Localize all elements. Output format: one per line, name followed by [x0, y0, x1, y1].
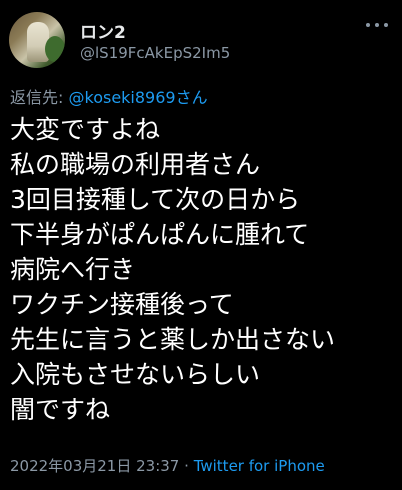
more-dot — [375, 23, 379, 27]
author-handle[interactable]: @lS19FcAkEpS2Im5 — [80, 44, 230, 62]
tweet-text-line: 下半身がぱんぱんに腫れて — [10, 220, 310, 249]
author-display-name[interactable]: ロン2 — [80, 18, 126, 43]
reply-context: 返信先: @koseki8969さん — [10, 84, 208, 108]
tweet-text-line: ワクチン接種後って — [10, 290, 234, 319]
tweet-text-line: 大変ですよね — [10, 115, 161, 144]
source-link[interactable]: Twitter for iPhone — [194, 457, 325, 475]
tweet-card: ロン2 @lS19FcAkEpS2Im5 返信先: @koseki8969さん … — [0, 0, 402, 490]
meta-separator: · — [184, 457, 189, 475]
tweet-text-line: 先生に言うと薬しか出さない — [10, 325, 336, 354]
reply-label: 返信先: — [10, 88, 64, 107]
avatar[interactable] — [9, 12, 65, 68]
more-dot — [366, 23, 370, 27]
tweet-text-line: 闇ですね — [10, 395, 111, 424]
tweet-text-line: 3回目接種して次の日から — [10, 185, 301, 214]
avatar-foliage — [45, 36, 65, 62]
tweet-meta: 2022年03月21日 23:37 · Twitter for iPhone — [10, 455, 325, 476]
timestamp-link[interactable]: 2022年03月21日 23:37 — [10, 457, 179, 475]
tweet-text: 大変ですよね 私の職場の利用者さん 3回目接種して次の日から 下半身がぱんぱんに… — [10, 112, 400, 427]
reply-to-handle-link[interactable]: @koseki8969さん — [69, 88, 208, 107]
more-dot — [384, 23, 388, 27]
tweet-text-line: 病院へ行き — [10, 255, 136, 284]
tweet-text-line: 私の職場の利用者さん — [10, 150, 261, 179]
more-options-icon[interactable] — [366, 22, 388, 28]
tweet-text-line: 入院もさせないらしい — [10, 360, 261, 389]
